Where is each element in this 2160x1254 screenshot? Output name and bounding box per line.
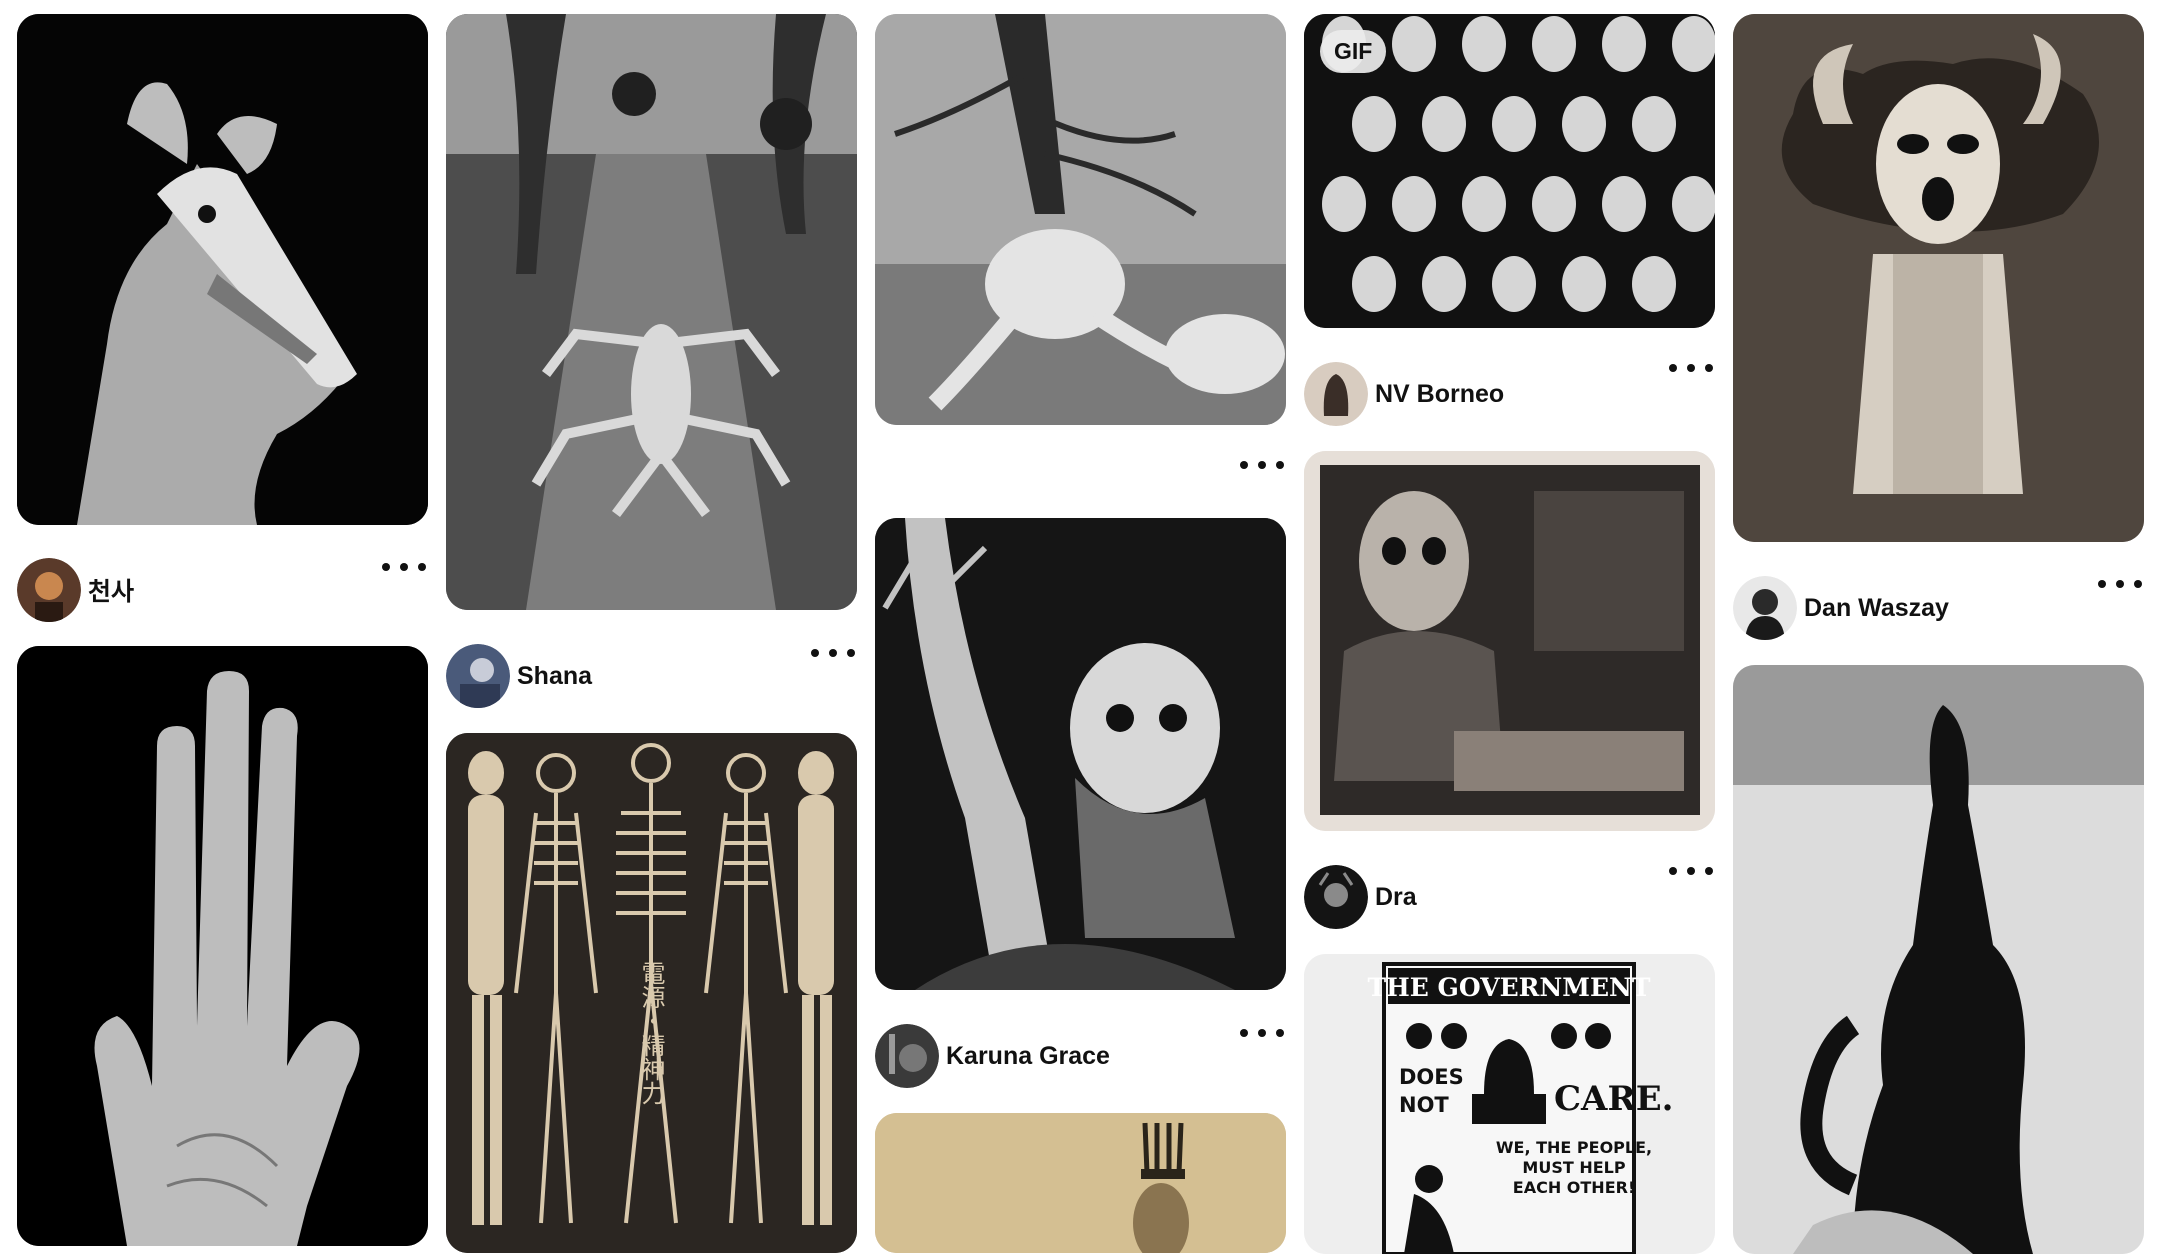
tree-figure-artwork — [875, 14, 1286, 425]
poster-care: CARE. — [1554, 1079, 1673, 1119]
creator-row[interactable]: 천사 — [17, 557, 134, 623]
pin-image-ink-head[interactable] — [1733, 665, 2144, 1254]
pin-image-long-hand[interactable] — [17, 646, 428, 1246]
creator-name[interactable]: Karuna Grace — [946, 1042, 1110, 1071]
creator-row[interactable]: Dra — [1304, 864, 1417, 930]
pin-image-spider-figure[interactable] — [446, 14, 857, 610]
ink-head-artwork — [1733, 665, 2144, 1254]
anatomy-artwork: 電源・精神力 — [446, 733, 857, 1253]
gif-badge: GIF — [1320, 30, 1387, 73]
poster-not: NOT — [1399, 1093, 1449, 1117]
more-options-button[interactable] — [382, 555, 426, 579]
dog-creature-artwork — [17, 14, 428, 525]
pin-image-owl-mask-girl[interactable] — [875, 518, 1286, 990]
pin-image-masked-crowd[interactable]: GIF — [1304, 14, 1715, 328]
creator-avatar — [875, 1024, 939, 1088]
anatomy-caption: 電源・精神力 — [637, 961, 665, 1105]
creator-avatar — [1304, 865, 1368, 929]
owl-mask-girl-artwork — [875, 518, 1286, 990]
poster-title: THE GOVERNMENT — [1368, 973, 1651, 1002]
more-options-button[interactable] — [811, 641, 855, 665]
poster-each-other: EACH OTHER! — [1513, 1178, 1635, 1197]
creator-name[interactable]: Dan Waszay — [1804, 594, 1949, 623]
pin-image-owl-portrait[interactable] — [1304, 451, 1715, 831]
spider-figure-artwork — [446, 14, 857, 610]
creator-avatar — [446, 644, 510, 708]
horned-mask-artwork — [1733, 14, 2144, 542]
creator-row[interactable]: Shana — [446, 643, 592, 709]
owl-portrait-artwork — [1304, 451, 1715, 831]
creator-name[interactable]: Dra — [1375, 883, 1417, 912]
creator-avatar — [1304, 362, 1368, 426]
more-options-button[interactable] — [1240, 1021, 1284, 1045]
creator-avatar — [17, 558, 81, 622]
pin-image-government-poster[interactable]: THE GOVERNMENT DOES NOT CARE. WE, THE PE… — [1304, 954, 1715, 1254]
pin-image-horned-mask[interactable] — [1733, 14, 2144, 542]
creator-row[interactable]: Karuna Grace — [875, 1023, 1110, 1089]
poster-does: DOES — [1399, 1065, 1464, 1089]
pin-image-anatomy[interactable]: 電源・精神力 — [446, 733, 857, 1253]
more-options-button[interactable] — [1669, 356, 1713, 380]
long-hand-artwork — [17, 646, 428, 1246]
poster-must-help: MUST HELP — [1522, 1158, 1625, 1177]
pin-image-crown-figure[interactable] — [875, 1113, 1286, 1253]
creator-name[interactable]: 천사 — [88, 572, 134, 608]
creator-name[interactable]: NV Borneo — [1375, 380, 1504, 409]
poster-we-the-people: WE, THE PEOPLE, — [1496, 1138, 1652, 1157]
creator-row[interactable]: NV Borneo — [1304, 361, 1504, 427]
creator-row[interactable]: Dan Waszay — [1733, 575, 1949, 641]
crown-figure-artwork — [875, 1113, 1286, 1253]
more-options-button[interactable] — [1669, 859, 1713, 883]
pin-image-tree-figure[interactable] — [875, 14, 1286, 425]
creator-avatar — [1733, 576, 1797, 640]
more-options-button[interactable] — [2098, 572, 2142, 596]
government-poster-artwork: THE GOVERNMENT DOES NOT CARE. WE, THE PE… — [1304, 954, 1715, 1254]
pin-image-dog-creature[interactable] — [17, 14, 428, 525]
creator-name[interactable]: Shana — [517, 662, 592, 691]
more-options-button[interactable] — [1240, 453, 1284, 477]
